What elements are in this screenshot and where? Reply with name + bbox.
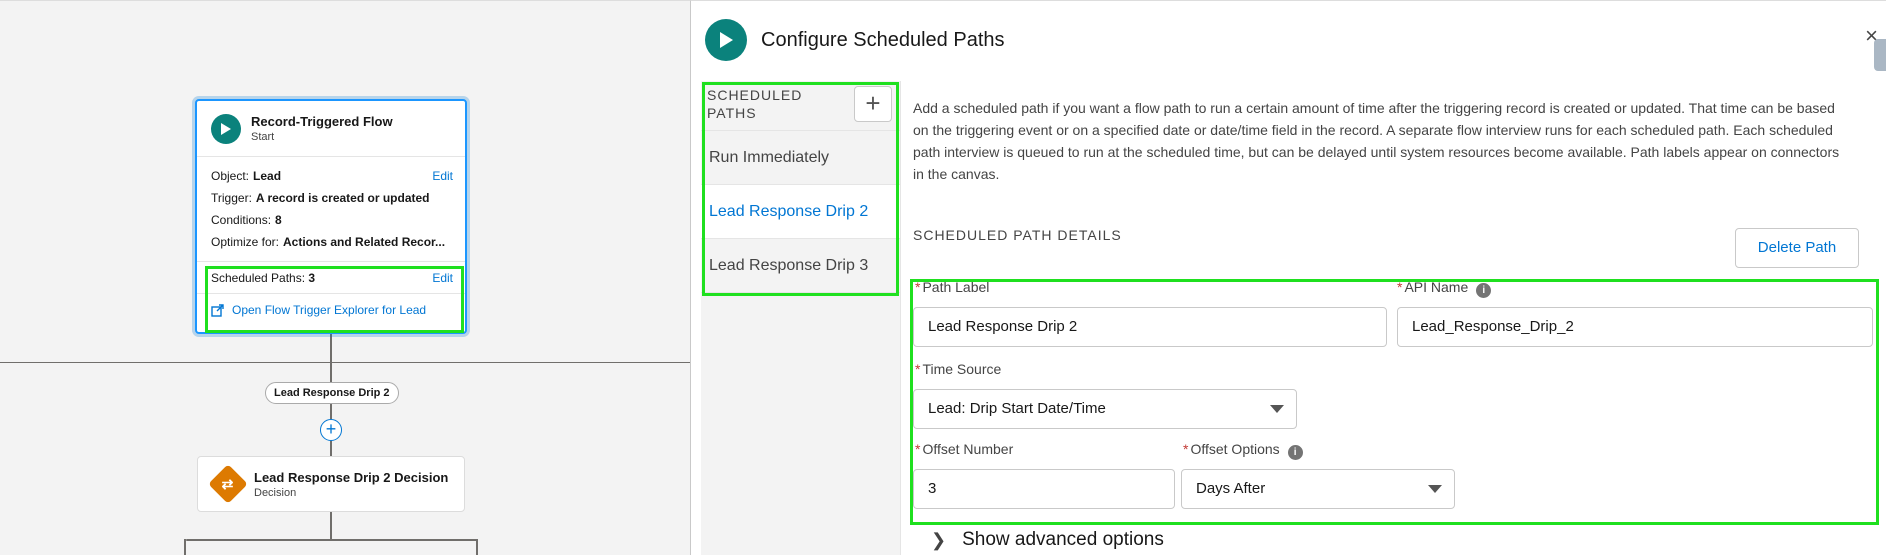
connector-line xyxy=(330,441,332,456)
trigger-label: Trigger: xyxy=(211,191,252,205)
section-title: SCHEDULED PATH DETAILS xyxy=(913,227,1122,243)
object-label: Object: xyxy=(211,169,250,183)
trigger-row: Trigger: A record is created or updated xyxy=(211,187,451,209)
panel-side-tab[interactable] xyxy=(1874,39,1886,71)
start-card-header: Record-Triggered Flow Start xyxy=(197,101,465,157)
start-card-title: Record-Triggered Flow xyxy=(251,114,393,129)
decision-icon: ⇄ xyxy=(208,464,248,504)
start-card-details: Edit Object: Lead Trigger: A record is cre… xyxy=(197,157,465,262)
conditions-value: 8 xyxy=(275,213,282,227)
optimize-row: Optimize for: Actions and Related Recor..… xyxy=(211,231,451,253)
decision-subtitle: Decision xyxy=(254,486,297,499)
panel-title: Configure Scheduled Paths xyxy=(761,28,1005,51)
panel-description: Add a scheduled path if you want a flow … xyxy=(913,100,1840,182)
branch-line xyxy=(186,539,478,541)
chevron-right-icon: ❯ xyxy=(931,529,947,550)
conditions-row: Conditions: 8 xyxy=(211,209,451,231)
configure-scheduled-paths-panel: Configure Scheduled Paths × SCHEDULED PA… xyxy=(690,0,1886,555)
decision-element-card[interactable]: ⇄ Lead Response Drip 2 Decision Decision xyxy=(197,456,465,512)
branch-line xyxy=(184,539,186,555)
trigger-value: A record is created or updated xyxy=(255,191,430,205)
connector-line xyxy=(330,512,332,540)
play-icon xyxy=(705,19,747,61)
canvas-divider-line xyxy=(0,362,690,363)
highlight-path-details-form xyxy=(910,279,1879,525)
decision-title: Lead Response Drip 2 Decision xyxy=(254,469,449,485)
flow-canvas[interactable]: Record-Triggered Flow Start Edit Object:… xyxy=(0,0,690,555)
panel-header: Configure Scheduled Paths xyxy=(691,1,1886,79)
add-element-button[interactable]: + xyxy=(320,419,342,441)
path-details: Add a scheduled path if you want a flow … xyxy=(913,81,1873,550)
connector-line xyxy=(330,334,332,382)
branch-line xyxy=(476,539,478,555)
start-card-subtitle: Start xyxy=(251,131,275,143)
advanced-options-label: Show advanced options xyxy=(962,529,1164,550)
object-row: Object: Lead xyxy=(211,165,451,187)
connector-label-pill[interactable]: Lead Response Drip 2 xyxy=(265,382,399,404)
conditions-label: Conditions: xyxy=(211,213,272,227)
delete-path-button[interactable]: Delete Path xyxy=(1735,228,1859,268)
play-icon xyxy=(211,113,241,144)
highlight-scheduled-paths xyxy=(205,266,464,333)
highlight-path-list xyxy=(702,82,899,296)
show-advanced-options-toggle[interactable]: ❯ Show advanced options xyxy=(931,529,1164,551)
edit-trigger-link[interactable]: Edit xyxy=(432,165,453,187)
connector-line xyxy=(330,404,332,419)
object-value: Lead xyxy=(253,169,282,183)
optimize-label: Optimize for: xyxy=(211,235,280,249)
optimize-value: Actions and Related Recor... xyxy=(283,235,446,249)
